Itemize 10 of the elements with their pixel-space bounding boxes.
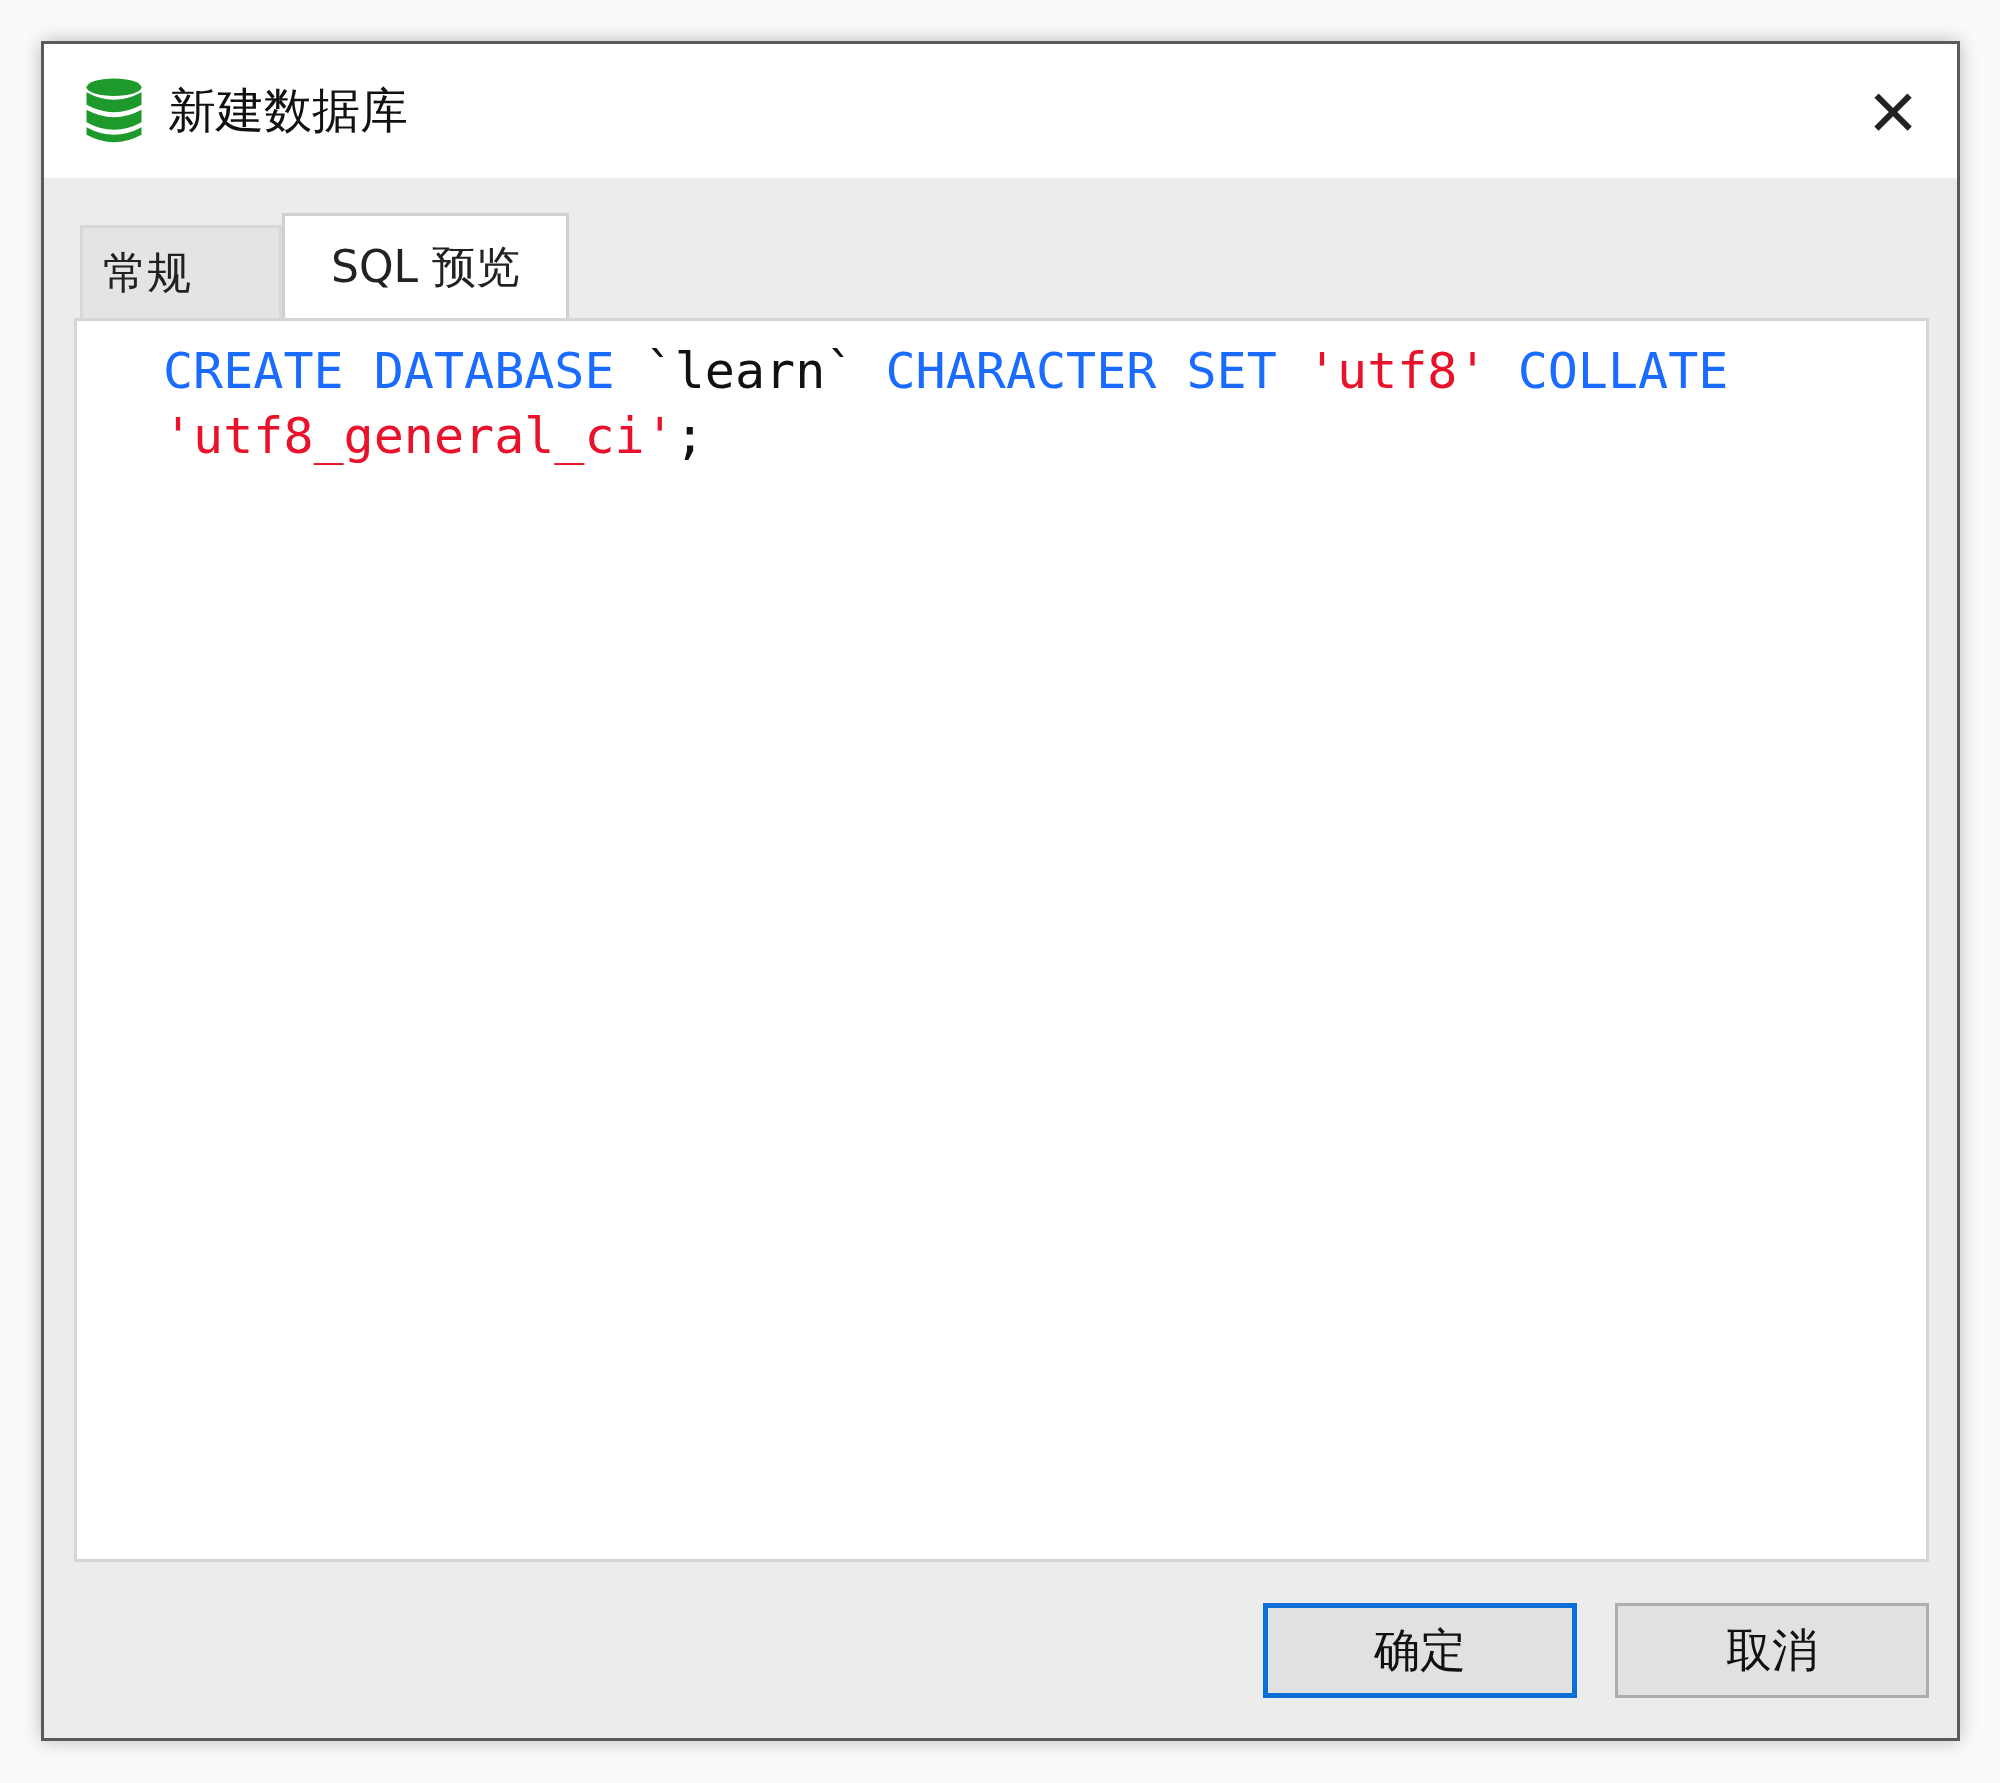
database-icon [84,77,144,145]
ok-button[interactable]: 确定 [1263,1603,1577,1698]
tab[interactable]: SQL 预览 [282,213,569,318]
close-button[interactable]: × [1843,61,1943,161]
code-line: 'utf8_general_ci'; [163,406,706,467]
cancel-button[interactable]: 取消 [1615,1603,1929,1698]
code-line: CREATE DATABASE `learn` CHARACTER SET 'utf8' COLLATE [163,341,1730,402]
sql-editor[interactable]: CREATE DATABASE `learn` CHARACTER SET 'utf8' COLLATE 'utf8_general_ci'; [74,318,1929,1562]
window-title: 新建数据库 [168,81,409,140]
tab[interactable]: 常规 [80,225,282,318]
